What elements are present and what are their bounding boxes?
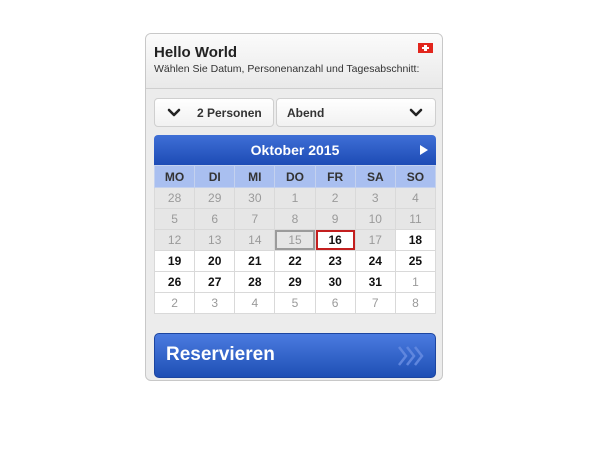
calendar-day: 13 xyxy=(194,229,236,251)
calendar-day: 17 xyxy=(354,229,396,251)
daytime-select-label: Abend xyxy=(287,106,325,120)
calendar-day: 6 xyxy=(314,292,356,314)
calendar-week-row: 26 27 28 29 30 31 1 xyxy=(153,271,437,293)
calendar-month-title: Oktober 2015 xyxy=(250,142,340,158)
widget-subtitle: Wählen Sie Datum, Personenanzahl und Tag… xyxy=(154,63,420,75)
calendar-day: 1 xyxy=(394,271,437,293)
calendar-day[interactable]: 20 xyxy=(194,250,236,272)
calendar-week-row: 2345678 xyxy=(153,292,437,314)
calendar-day: 5 xyxy=(274,292,316,314)
reserve-button-label: Reservieren xyxy=(166,344,275,365)
calendar-day[interactable]: 27 xyxy=(194,271,236,293)
calendar-day[interactable]: 29 xyxy=(274,271,316,293)
weekday-header: MO xyxy=(153,165,196,188)
weekday-header: FR xyxy=(314,165,356,188)
calendar-day[interactable]: 24 xyxy=(354,250,396,272)
calendar-day[interactable]: 25 xyxy=(394,250,437,272)
calendar-day[interactable]: 19 xyxy=(153,250,196,272)
calendar-day: 6 xyxy=(194,208,236,230)
weekday-header: SA xyxy=(354,165,396,188)
chevron-down-icon xyxy=(167,108,181,117)
calendar-day: 12 xyxy=(153,229,196,251)
calendar-day: 4 xyxy=(234,292,276,314)
calendar: Oktober 2015 MO DI MI DO FR SA SO 28 29 30 1 2 3 4 5 6… xyxy=(153,135,437,314)
calendar-day: 2 xyxy=(153,292,196,314)
calendar-day-today: 15 xyxy=(274,229,316,251)
reservation-widget: Hello World Wählen Sie Datum, Personenan… xyxy=(145,33,443,381)
swiss-flag-icon[interactable] xyxy=(418,43,433,53)
calendar-day: 10 xyxy=(354,208,396,230)
calendar-day[interactable]: 31 xyxy=(354,271,396,293)
persons-select-label: 2 Personen xyxy=(197,106,262,120)
calendar-days: 28 29 30 1 2 3 4 5 6 7 8 9 10 11 12 13 14 15 16 17 18 19 20 21 2… xyxy=(153,187,437,314)
calendar-day: 11 xyxy=(394,208,437,230)
calendar-day: 7 xyxy=(234,208,276,230)
weekday-header: MI xyxy=(234,165,276,188)
calendar-day[interactable]: 21 xyxy=(234,250,276,272)
calendar-day: 3 xyxy=(354,187,396,209)
reserve-button[interactable]: Reservieren xyxy=(154,333,436,378)
daytime-select[interactable]: Abend xyxy=(276,98,436,127)
calendar-day[interactable]: 30 xyxy=(314,271,356,293)
calendar-day: 2 xyxy=(314,187,356,209)
weekday-row: MO DI MI DO FR SA SO xyxy=(153,165,437,188)
calendar-week-row: 28 29 30 1 2 3 4 xyxy=(153,187,437,209)
calendar-day: 8 xyxy=(394,292,437,314)
widget-header: Hello World Wählen Sie Datum, Personenan… xyxy=(146,34,442,89)
calendar-day: 8 xyxy=(274,208,316,230)
weekday-header: DI xyxy=(194,165,236,188)
next-month-arrow-icon[interactable] xyxy=(420,145,428,155)
calendar-header: Oktober 2015 xyxy=(154,135,436,165)
calendar-day[interactable]: 18 xyxy=(394,229,437,251)
calendar-day[interactable]: 28 xyxy=(234,271,276,293)
calendar-day: 5 xyxy=(153,208,196,230)
weekday-header: DO xyxy=(274,165,316,188)
calendar-day: 1 xyxy=(274,187,316,209)
calendar-grid: MO DI MI DO FR SA SO 28 29 30 1 2 3 4 5 6 7 8 9 10 11 12 13 14… xyxy=(153,165,437,314)
calendar-day: 4 xyxy=(394,187,437,209)
triple-chevron-right-icon xyxy=(398,346,424,366)
calendar-week-row: 5 6 7 8 9 10 11 xyxy=(153,208,437,230)
calendar-week-row: 12 13 14 15 16 17 18 xyxy=(153,229,437,251)
calendar-day-selected[interactable]: 16 xyxy=(314,229,356,251)
widget-title: Hello World xyxy=(154,44,238,61)
calendar-day: 3 xyxy=(194,292,236,314)
calendar-day[interactable]: 23 xyxy=(314,250,356,272)
calendar-day[interactable]: 26 xyxy=(153,271,196,293)
calendar-day: 29 xyxy=(194,187,236,209)
calendar-week-row: 19 20 21 22 23 24 25 xyxy=(153,250,437,272)
calendar-day[interactable]: 22 xyxy=(274,250,316,272)
calendar-day: 30 xyxy=(234,187,276,209)
weekday-header: SO xyxy=(394,165,437,188)
persons-select[interactable]: 2 Personen xyxy=(154,98,274,127)
calendar-day: 7 xyxy=(354,292,396,314)
calendar-day: 14 xyxy=(234,229,276,251)
calendar-day: 28 xyxy=(153,187,196,209)
calendar-day: 9 xyxy=(314,208,356,230)
chevron-down-icon xyxy=(409,108,423,117)
